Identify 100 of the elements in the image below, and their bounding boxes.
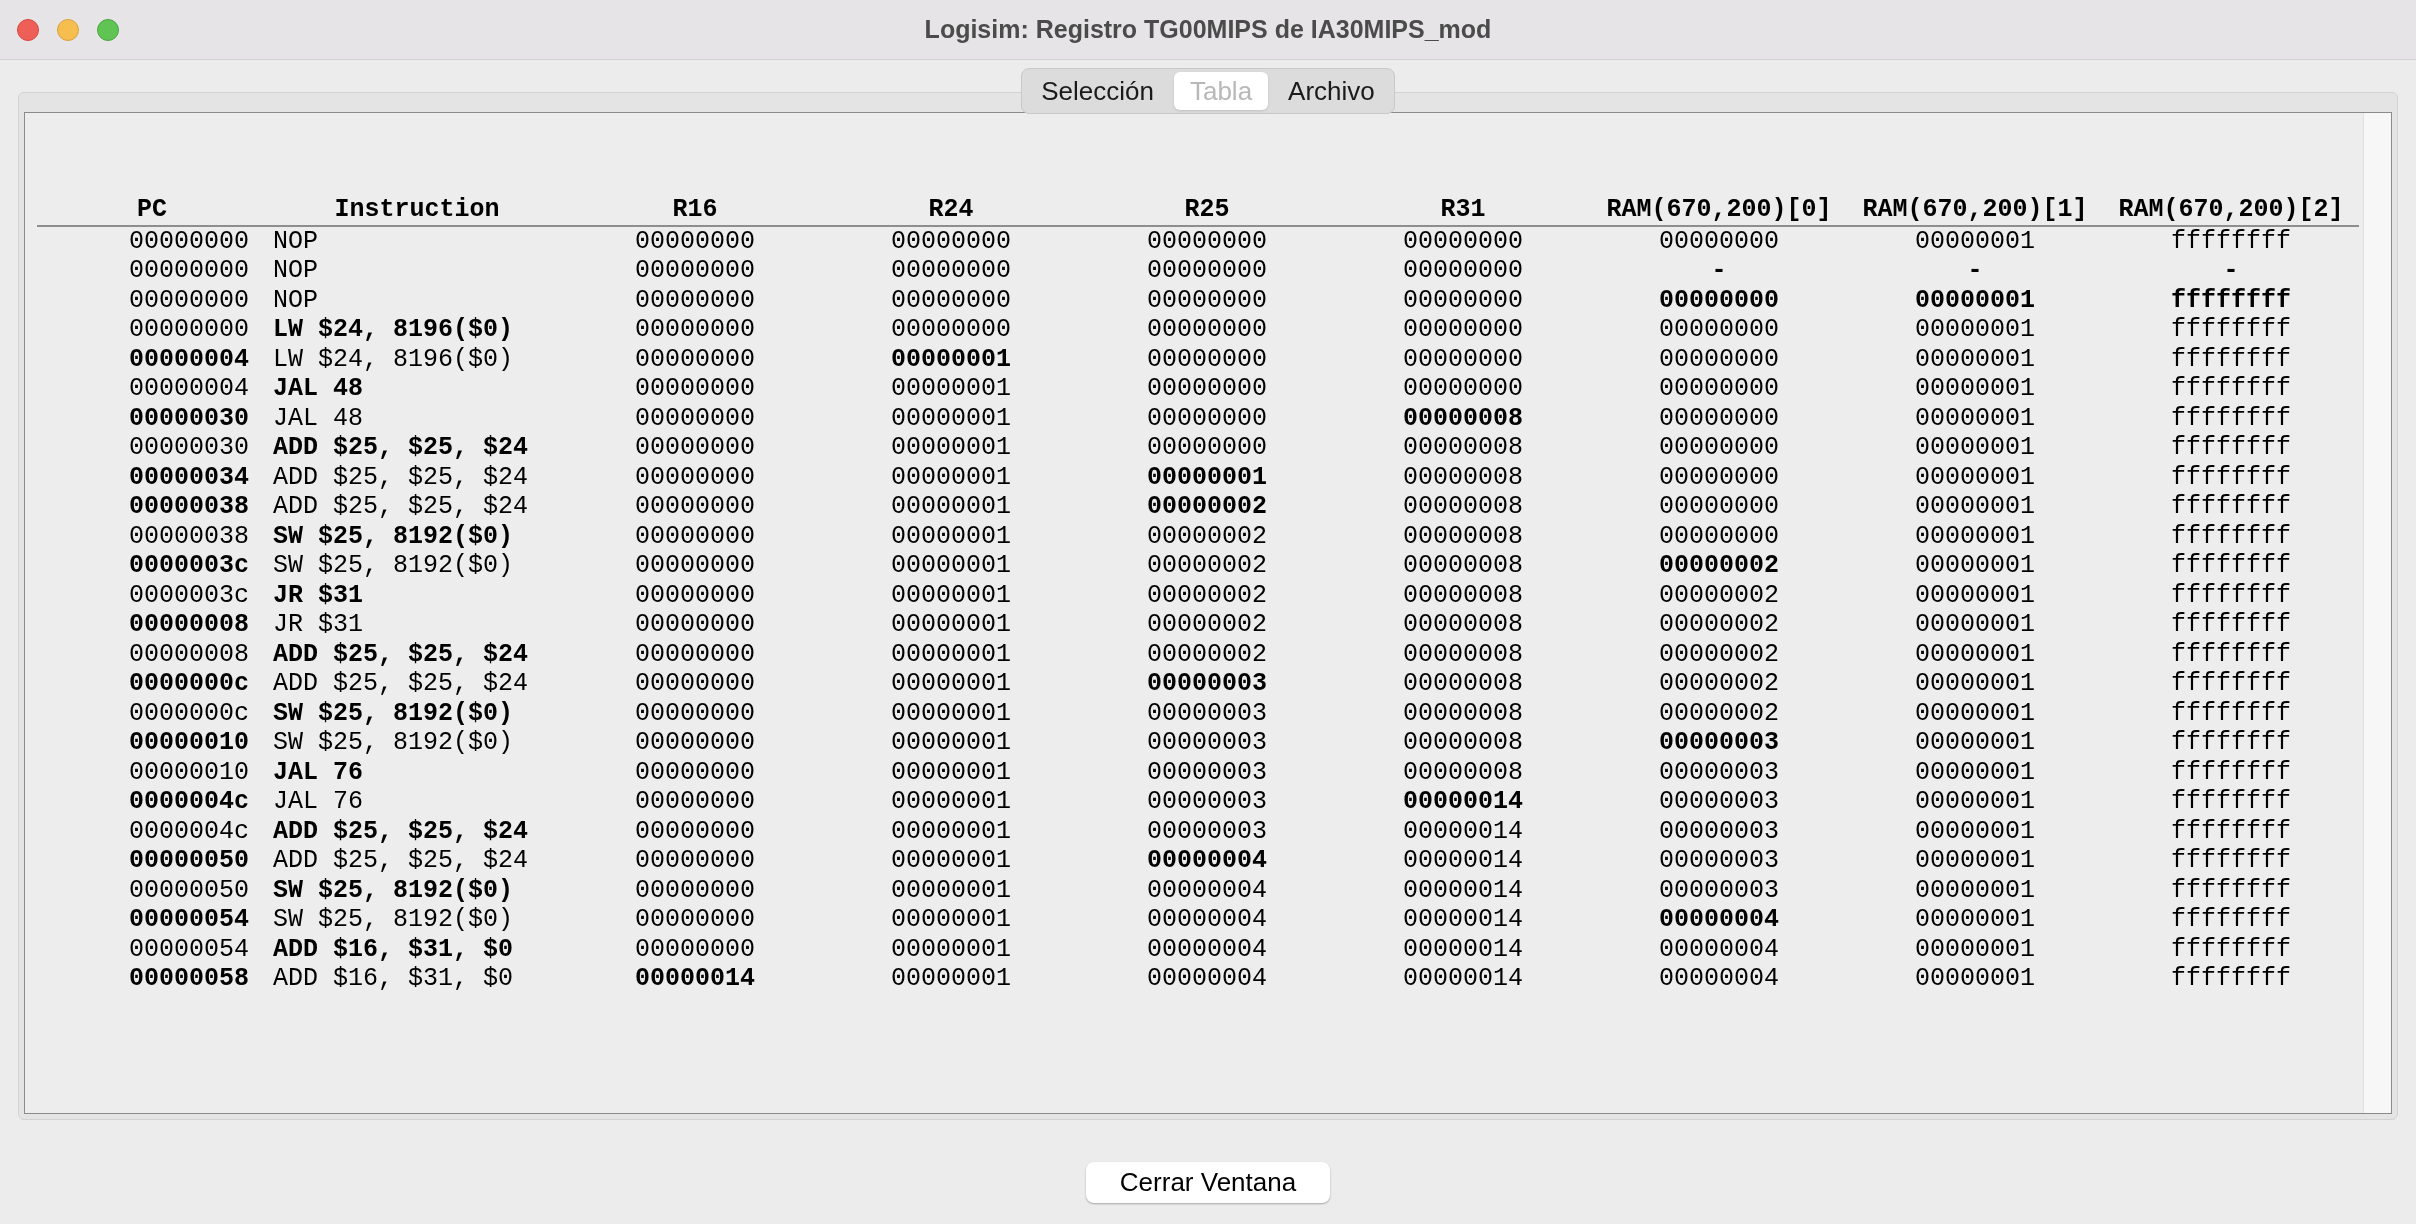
table-cell-text: 00000001 (1914, 580, 2036, 610)
table-cell-text: 00000004 (1146, 905, 1268, 935)
table-cell-text: 00000001 (890, 521, 1012, 551)
table-cell-text: 00000003 (1658, 816, 1780, 846)
table-cell-text: 00000000 (1146, 315, 1268, 345)
table-cell-text: 00000050 (127, 846, 250, 876)
table-cell-text: 00000004 (1146, 875, 1268, 905)
table-cell-text: 00000000 (634, 875, 756, 905)
table-cell-text: 00000008 (1402, 639, 1524, 669)
table-cell-text: 00000030 (127, 403, 250, 433)
table-cell-text: ffffffff (2170, 669, 2292, 699)
table-cell-text: 00000008 (1402, 551, 1524, 581)
table-cell-text: 00000008 (1402, 698, 1524, 728)
table-cell-text: 00000000 (1402, 285, 1524, 315)
table-cell-text: 00000003 (1146, 698, 1268, 728)
table-cell-text: LW $24, 8196($0) (272, 315, 515, 345)
table-cell-text: 0000000c (127, 698, 250, 728)
table-cell-text: 00000054 (127, 934, 250, 964)
table-cell-text: 00000000 (1146, 433, 1268, 463)
table-cell-text: ffffffff (2170, 905, 2292, 935)
table-cell-text: NOP (272, 226, 319, 256)
table-cell-text: 00000000 (1658, 226, 1780, 256)
tab[interactable]: Archivo (1272, 72, 1391, 110)
table-cell-text: 00000008 (127, 610, 250, 640)
table-cell-text: 00000001 (890, 728, 1012, 758)
table-cell-text: 00000008 (127, 639, 250, 669)
table-cell-text: ffffffff (2170, 787, 2292, 817)
table-cell-text: LW $24, 8196($0) (272, 344, 515, 374)
table-cell-text: 00000000 (634, 374, 756, 404)
table-cell-text: ffffffff (2170, 934, 2292, 964)
table-cell-text: 00000000 (634, 816, 756, 846)
table-cell-text: ffffffff (2170, 964, 2292, 994)
close-icon[interactable] (17, 18, 39, 41)
table-cell-text: 00000000 (1146, 403, 1268, 433)
table-cell-text: 00000034 (127, 462, 250, 492)
table-cell-text: 00000001 (890, 374, 1012, 404)
table-cell-text: 00000002 (1146, 551, 1268, 581)
table-cell-text: 00000000 (1146, 256, 1268, 286)
table-cell-text: 0000000c (127, 669, 250, 699)
table-cell-text: 00000001 (1914, 846, 2036, 876)
table-cell-text: JAL 48 (272, 374, 364, 404)
table-cell-text: 00000014 (1402, 787, 1524, 817)
table-cell-text: 00000014 (1402, 934, 1524, 964)
table-cell-text: SW $25, 8192($0) (272, 698, 515, 728)
table-cell-text: SW $25, 8192($0) (272, 551, 515, 581)
table-cell-text: ffffffff (2170, 728, 2292, 758)
table-cell-text: 00000001 (1914, 698, 2036, 728)
table-cell-text: 00000004 (1146, 964, 1268, 994)
table-cell-text: 00000000 (634, 698, 756, 728)
table-cell-text: ffffffff (2170, 226, 2292, 256)
table-cell-text: 00000000 (634, 226, 756, 256)
table-cell-text: ADD $25, $25, $24 (272, 846, 530, 876)
table-cell-text: 00000000 (634, 344, 756, 374)
table-cell-text: 00000000 (1658, 521, 1780, 551)
table-cell-text: 00000001 (1146, 462, 1268, 492)
table-cell-text: ffffffff (2170, 315, 2292, 345)
table-cell-text: 00000000 (1146, 226, 1268, 256)
table-cell-text: ffffffff (2170, 639, 2292, 669)
scrollbar[interactable] (2363, 113, 2391, 1113)
table-cell-text: 00000000 (127, 256, 250, 286)
table-cell-text: 00000000 (634, 846, 756, 876)
table-cell-text: 00000001 (890, 462, 1012, 492)
table-cell-text: 00000000 (1402, 315, 1524, 345)
table-cell-text: 00000004 (127, 344, 250, 374)
table-cell-text: 00000001 (890, 787, 1012, 817)
table-cell-text: 00000003 (1658, 757, 1780, 787)
tab[interactable]: Selección (1025, 72, 1170, 110)
table-cell-text: 00000000 (634, 521, 756, 551)
table-cell-text: 00000002 (1146, 521, 1268, 551)
table-cell-text: 00000003 (1146, 816, 1268, 846)
table-cell-text: 00000010 (127, 728, 250, 758)
table-cell-text: 00000000 (634, 551, 756, 581)
table-cell-text: 00000001 (1914, 669, 2036, 699)
table-cell-text: 00000000 (1658, 492, 1780, 522)
table-cell-text: NOP (272, 256, 319, 286)
table-cell-text: 00000000 (1658, 374, 1780, 404)
table-cell-text: ffffffff (2170, 757, 2292, 787)
table-cell-text: 00000001 (1914, 551, 2036, 581)
table-cell-text: ffffffff (2170, 610, 2292, 640)
column-header: Instruction (333, 195, 501, 225)
table-cell-text: 00000003 (1658, 846, 1780, 876)
minimize-icon[interactable] (57, 18, 79, 41)
table-cell-text: 00000001 (1914, 964, 2036, 994)
table-cell-text: 00000001 (1914, 344, 2036, 374)
close-window-button[interactable]: Cerrar Ventana (1086, 1162, 1330, 1203)
table-cell-text: JAL 48 (272, 403, 364, 433)
table-cell-text: 00000004 (1658, 905, 1780, 935)
table-cell-text: 00000001 (1914, 816, 2036, 846)
table-cell-text: 00000002 (1658, 698, 1780, 728)
table-cell-text: 00000002 (1658, 639, 1780, 669)
table-cell-text: - (1710, 256, 1728, 286)
table-cell-text: SW $25, 8192($0) (272, 521, 515, 551)
table-cell-text: 00000000 (890, 315, 1012, 345)
table-cell-text: ffffffff (2170, 403, 2292, 433)
table-cell-text: 00000000 (890, 256, 1012, 286)
maximize-icon[interactable] (97, 18, 119, 41)
table-cell-text: 00000000 (634, 787, 756, 817)
table-cell-text: 00000003 (1146, 787, 1268, 817)
table-cell-text: 00000001 (1914, 639, 2036, 669)
table-cell-text: 00000000 (890, 226, 1012, 256)
